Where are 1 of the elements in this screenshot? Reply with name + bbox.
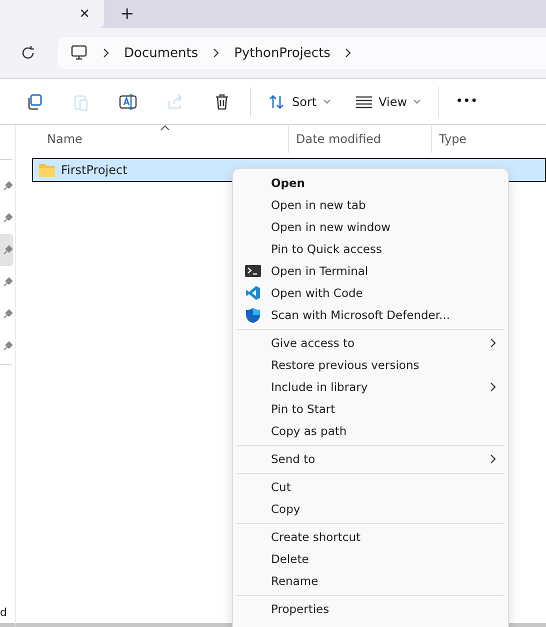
file-name: FirstProject bbox=[61, 163, 128, 177]
